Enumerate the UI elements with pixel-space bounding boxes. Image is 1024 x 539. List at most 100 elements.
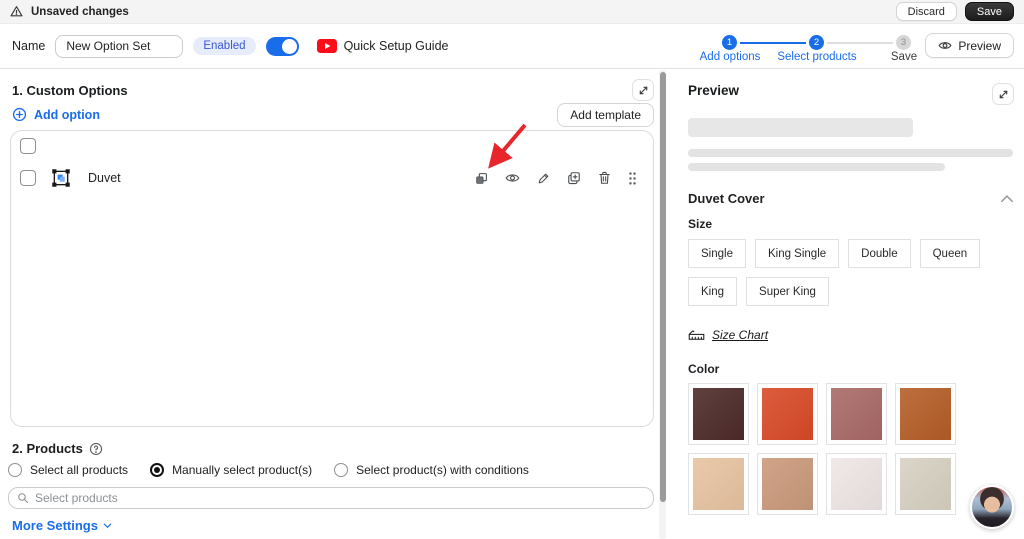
size-chart-link[interactable]: Size Chart [688,328,1014,342]
option-set-toolbar: Name Enabled Quick Setup Guide 1 2 3 Add… [0,24,1024,69]
size-buttons: Single King Single Double Queen King Sup… [688,239,988,306]
preview-header: Preview [688,83,1014,105]
products-section-title: 2. Products [12,441,103,456]
option-row-duvet: Duvet [20,159,637,197]
help-icon[interactable] [89,442,103,456]
select-products-searchbox[interactable] [8,487,654,509]
expand-icon [999,90,1007,98]
skeleton-line [688,163,945,171]
save-button[interactable]: Save [964,2,1014,21]
edit-pencil-icon[interactable] [537,172,550,185]
step-connector-2 [827,42,893,44]
size-button-super-king[interactable]: Super King [746,277,829,306]
color-swatch[interactable] [895,453,956,515]
expand-options-button[interactable] [632,79,654,101]
step-connector-1 [740,42,806,44]
enabled-toggle[interactable] [265,36,299,56]
option-set-name-input[interactable] [55,34,184,58]
skeleton-block [688,118,913,137]
size-button-queen[interactable]: Queen [919,239,981,268]
options-list-container: Duvet [10,130,654,427]
color-swatch[interactable] [826,453,887,515]
youtube-icon [316,39,337,53]
radio-manually-select[interactable]: Manually select product(s) [150,463,312,477]
option-row-actions [475,171,637,185]
swatch-color-5 [762,458,813,510]
size-button-double[interactable]: Double [848,239,911,268]
color-swatch[interactable] [757,383,818,445]
radio-select-all-products[interactable]: Select all products [8,463,128,477]
color-swatch[interactable] [688,383,749,445]
custom-options-title: 1. Custom Options [12,83,128,98]
size-button-king-single[interactable]: King Single [754,239,840,268]
radio-circle-checked[interactable] [150,463,165,477]
preview-button[interactable]: Preview [925,33,1014,58]
plus-circle-icon [12,107,27,122]
unsaved-changes-title: Unsaved changes [31,5,129,18]
add-option-link[interactable]: Add option [12,107,100,122]
quick-setup-guide-link[interactable]: Quick Setup Guide [316,39,449,53]
color-swatch[interactable] [895,383,956,445]
show-hide-eye-icon[interactable] [505,172,520,184]
ruler-icon [688,330,705,340]
size-button-king[interactable]: King [688,277,738,306]
swatch-color-3 [900,388,951,440]
duplicate-icon[interactable] [567,171,581,185]
quick-setup-guide-label: Quick Setup Guide [343,39,449,53]
radio-label: Select product(s) with conditions [356,463,529,477]
step-1-circle[interactable]: 1 [722,35,737,50]
radio-select-with-conditions[interactable]: Select product(s) with conditions [334,463,529,477]
chevron-up-icon[interactable] [1000,194,1014,203]
expand-icon [639,86,647,94]
more-settings-label: More Settings [12,518,98,533]
skeleton-line [688,149,1013,157]
products-title-text: 2. Products [12,441,83,456]
radio-circle[interactable] [334,463,349,477]
preview-title: Preview [688,83,740,98]
more-settings-link[interactable]: More Settings [12,518,113,533]
panel-scrollbar-track[interactable] [659,70,666,539]
toggle-knob [281,38,297,54]
add-option-label: Add option [34,107,100,122]
expand-preview-button[interactable] [992,83,1014,105]
unsaved-changes-bar: Unsaved changes Discard Save [0,0,1024,24]
search-icon [18,493,29,504]
eye-icon [938,42,952,49]
discard-button[interactable]: Discard [895,2,957,21]
drag-handle-icon[interactable] [628,171,637,185]
radio-label: Manually select product(s) [172,463,313,477]
step-3-circle[interactable]: 3 [896,35,911,50]
radio-label: Select all products [30,463,129,477]
option-row-checkbox[interactable] [20,170,36,186]
select-products-input[interactable] [35,491,645,505]
add-template-button[interactable]: Add template [557,103,654,127]
panel-scrollbar-thumb[interactable] [659,72,666,502]
preview-product-header: Duvet Cover [688,191,1014,206]
size-chart-label: Size Chart [712,328,769,342]
support-chat-avatar[interactable] [970,485,1014,529]
custom-options-panel: 1. Custom Options Add option Add templat… [0,69,656,539]
image-swatch-type-icon [52,169,70,187]
option-set-editor: { "topbar": { "title": "Unsaved changes"… [0,0,1024,539]
swatch-color-6 [831,458,882,510]
preview-button-label: Preview [958,38,1001,53]
toolbar-left-group: Name Enabled Quick Setup Guide [12,24,448,68]
preview-product-title: Duvet Cover [688,191,765,206]
swatch-color-7 [900,458,951,510]
product-selection-radios: Select all products Manually select prod… [8,463,529,477]
delete-trash-icon[interactable] [598,171,611,185]
name-label: Name [12,39,46,53]
color-swatches [688,383,1014,515]
option-name: Duvet [88,171,121,185]
color-swatch[interactable] [757,453,818,515]
color-swatch[interactable] [826,383,887,445]
swatch-color-4 [693,458,744,510]
swatch-color-2 [831,388,882,440]
copy-icon[interactable] [475,172,488,185]
radio-circle[interactable] [8,463,22,477]
select-all-options-checkbox[interactable] [20,138,36,154]
step-2-circle[interactable]: 2 [809,35,824,50]
color-option-label: Color [688,362,720,376]
size-button-single[interactable]: Single [688,239,746,268]
color-swatch[interactable] [688,453,749,515]
